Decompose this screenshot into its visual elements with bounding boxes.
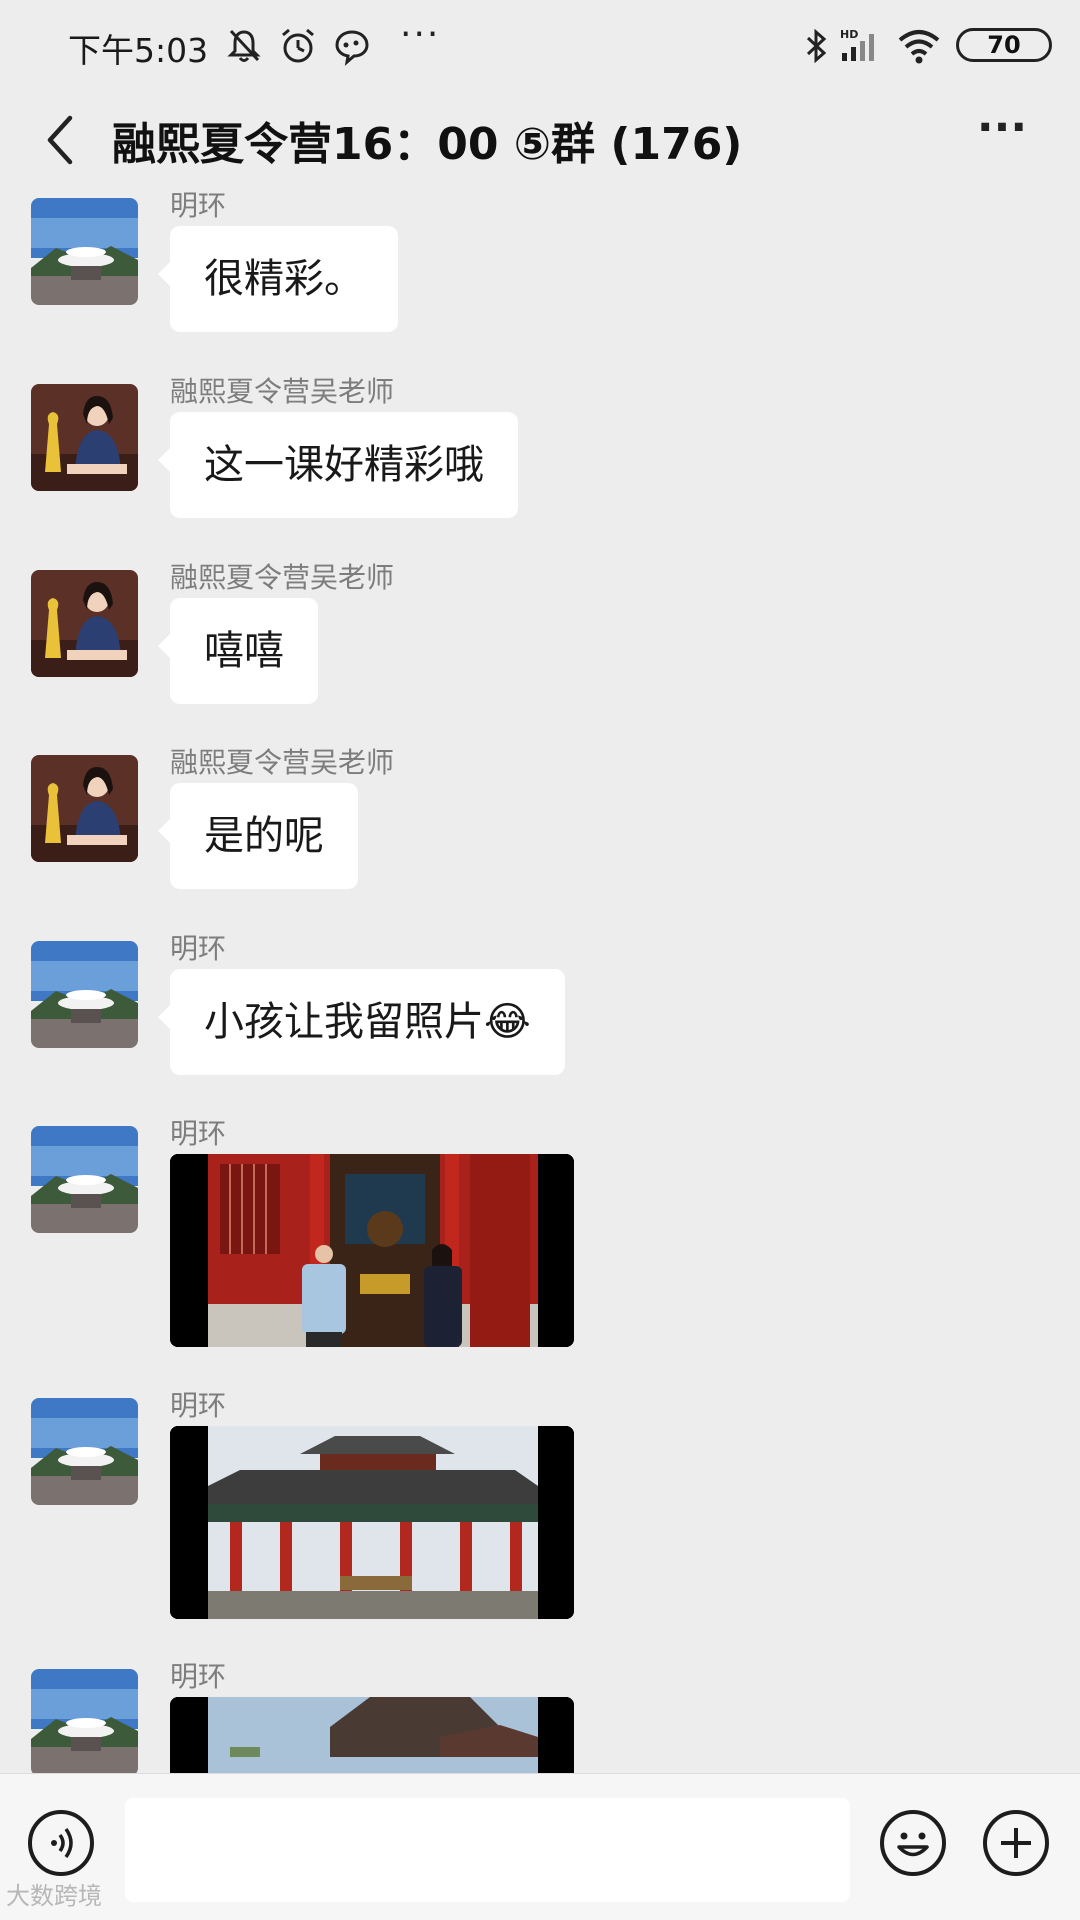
message-input[interactable] bbox=[125, 1798, 850, 1902]
status-bar: 下午5:03 ··· HD 70 bbox=[0, 0, 1080, 88]
temple-avatar[interactable] bbox=[31, 198, 138, 305]
message-bubble[interactable]: 嘻嘻 bbox=[158, 598, 318, 704]
teacher-avatar[interactable] bbox=[31, 755, 138, 862]
sender-name: 明环 bbox=[170, 189, 227, 222]
bluetooth-icon bbox=[806, 28, 827, 64]
sender-name: 明环 bbox=[170, 1389, 227, 1422]
watermark: 大数跨境 bbox=[6, 1882, 102, 1910]
svg-text:HD: HD bbox=[840, 28, 858, 41]
status-time: 下午5:03 bbox=[68, 31, 209, 70]
voice-icon[interactable] bbox=[28, 1810, 94, 1876]
sender-name: 融熙夏令营吴老师 bbox=[170, 375, 395, 408]
bell-muted-icon bbox=[227, 29, 261, 62]
emoji-icon[interactable] bbox=[880, 1810, 946, 1876]
message-bubble[interactable]: 很精彩。 bbox=[158, 226, 398, 332]
plus-icon[interactable] bbox=[983, 1810, 1049, 1876]
chat-screen: 下午5:03 ··· HD 70 融熙夏令营16：00 ⑤群 (176) ···… bbox=[0, 0, 1080, 1920]
input-bar bbox=[0, 1773, 1080, 1920]
message-bubble[interactable]: 是的呢 bbox=[158, 783, 358, 889]
temple-hall-photo[interactable] bbox=[170, 1154, 574, 1347]
chevron-left-icon[interactable] bbox=[36, 112, 88, 168]
temple-avatar[interactable] bbox=[31, 1669, 138, 1776]
sender-name: 融熙夏令营吴老师 bbox=[170, 746, 395, 779]
teacher-avatar[interactable] bbox=[31, 570, 138, 677]
alarm-icon bbox=[282, 28, 314, 63]
status-more-dots: ··· bbox=[400, 14, 441, 55]
more-dots-icon[interactable]: ··· bbox=[972, 106, 1032, 156]
sender-name: 明环 bbox=[170, 1117, 227, 1150]
teacher-avatar[interactable] bbox=[31, 384, 138, 491]
chat-notification-icon bbox=[335, 30, 369, 66]
sender-name: 明环 bbox=[170, 1660, 227, 1693]
chat-header: 融熙夏令营16：00 ⑤群 (176) ··· bbox=[0, 88, 1080, 190]
battery-icon: 70 bbox=[956, 28, 1052, 62]
message-bubble[interactable]: 这一课好精彩哦 bbox=[158, 412, 518, 518]
sender-name: 融熙夏令营吴老师 bbox=[170, 561, 395, 594]
message-bubble[interactable]: 小孩让我留照片😂 bbox=[158, 969, 565, 1075]
hd-signal-icon: HD bbox=[840, 28, 874, 61]
pavilion-photo[interactable] bbox=[170, 1426, 574, 1619]
sender-name: 明环 bbox=[170, 932, 227, 965]
temple-avatar[interactable] bbox=[31, 1398, 138, 1505]
wifi-icon bbox=[898, 30, 940, 64]
temple-avatar[interactable] bbox=[31, 941, 138, 1048]
chat-title: 融熙夏令营16：00 ⑤群 (176) bbox=[112, 119, 743, 170]
temple-avatar[interactable] bbox=[31, 1126, 138, 1233]
